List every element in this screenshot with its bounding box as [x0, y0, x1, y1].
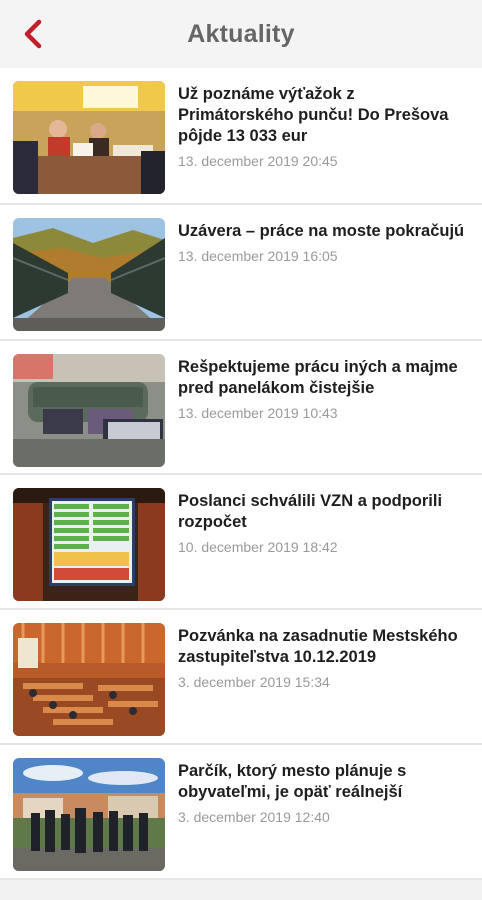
chevron-left-icon	[24, 19, 42, 49]
list-end-spacer	[0, 880, 482, 898]
app-bar: Aktuality	[0, 0, 482, 68]
news-date: 3. december 2019 15:34	[178, 674, 330, 690]
news-title: Už poznáme výťažok z Primátorského punču…	[178, 85, 449, 145]
news-item[interactable]: Rešpektujeme prácu iných a majme pred pa…	[0, 341, 482, 475]
news-thumbnail-christmas-market	[13, 81, 165, 194]
news-thumbnail-council-hall	[13, 623, 165, 736]
news-item[interactable]: Pozvánka na zasadnutie Mestského zastupi…	[0, 610, 482, 745]
news-item[interactable]: Uzávera – práce na moste pokračujú 13. d…	[0, 205, 482, 341]
news-title: Poslanci schválili VZN a podporili rozpo…	[178, 492, 443, 531]
news-thumbnail-bridge	[13, 218, 165, 331]
back-button[interactable]	[18, 18, 48, 50]
news-item[interactable]: Už poznáme výťažok z Primátorského punču…	[0, 68, 482, 205]
news-date: 10. december 2019 18:42	[178, 539, 338, 555]
news-item[interactable]: Poslanci schválili VZN a podporili rozpo…	[0, 475, 482, 610]
news-date: 13. december 2019 10:43	[178, 405, 338, 421]
news-list: Už poznáme výťažok z Primátorského punču…	[0, 68, 482, 880]
news-title: Rešpektujeme prácu iných a majme pred pa…	[178, 358, 458, 397]
news-title: Pozvánka na zasadnutie Mestského zastupi…	[178, 627, 458, 666]
news-thumbnail-waste-containers	[13, 354, 165, 467]
news-date: 13. december 2019 20:45	[178, 153, 338, 169]
news-thumbnail-park	[13, 758, 165, 871]
page-title: Aktuality	[187, 19, 295, 48]
news-title: Parčík, ktorý mesto plánuje s obyvateľmi…	[178, 762, 407, 801]
news-item[interactable]: Parčík, ktorý mesto plánuje s obyvateľmi…	[0, 745, 482, 880]
news-date: 13. december 2019 16:05	[178, 248, 338, 264]
news-date: 3. december 2019 12:40	[178, 809, 330, 825]
news-thumbnail-voting-screen	[13, 488, 165, 601]
news-title: Uzávera – práce na moste pokračujú	[178, 222, 465, 240]
